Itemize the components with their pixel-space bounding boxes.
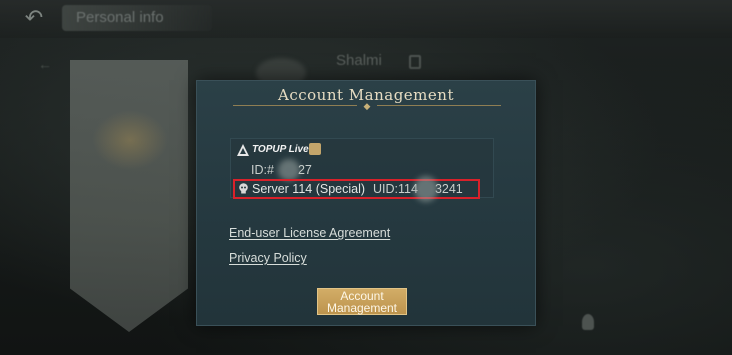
page-title: Personal info [62, 5, 212, 31]
skull-icon [239, 183, 248, 194]
guild-banner [70, 60, 188, 332]
redaction-blur [414, 176, 438, 202]
platform-label: TOPUP Live [252, 144, 309, 155]
back-arrow-icon: ↶ [24, 5, 44, 30]
account-management-dialog: Account Management ◆ TOPUP Live ID:# 27 S… [196, 80, 536, 326]
redaction-blur [278, 159, 300, 181]
title-divider-right [377, 105, 501, 106]
back-button[interactable]: ↶ [14, 6, 54, 30]
uid-suffix: 3241 [434, 182, 463, 196]
user-icon [582, 314, 594, 330]
button-label-line2: Management [326, 301, 398, 315]
account-id-prefix: ID:# [251, 163, 274, 177]
banner-emblem-icon [92, 110, 168, 170]
title-divider-left [233, 105, 357, 106]
title-ornament-icon: ◆ [363, 101, 371, 111]
eula-link[interactable]: End-user License Agreement [229, 226, 390, 240]
left-arrow-icon: ← [38, 56, 52, 72]
server-name: Server 114 (Special) [252, 182, 366, 196]
player-name: Shalmi [336, 52, 382, 69]
copy-icon [409, 55, 421, 69]
uid-prefix: UID:114 [373, 182, 418, 196]
topup-logo-icon [237, 144, 249, 156]
top-bar: ↶ Personal info [0, 0, 732, 38]
account-id-suffix: 27 [297, 163, 312, 177]
privacy-policy-link[interactable]: Privacy Policy [229, 251, 307, 265]
account-management-button[interactable]: Account Management [317, 288, 407, 315]
platform-badge-icon [309, 143, 321, 155]
